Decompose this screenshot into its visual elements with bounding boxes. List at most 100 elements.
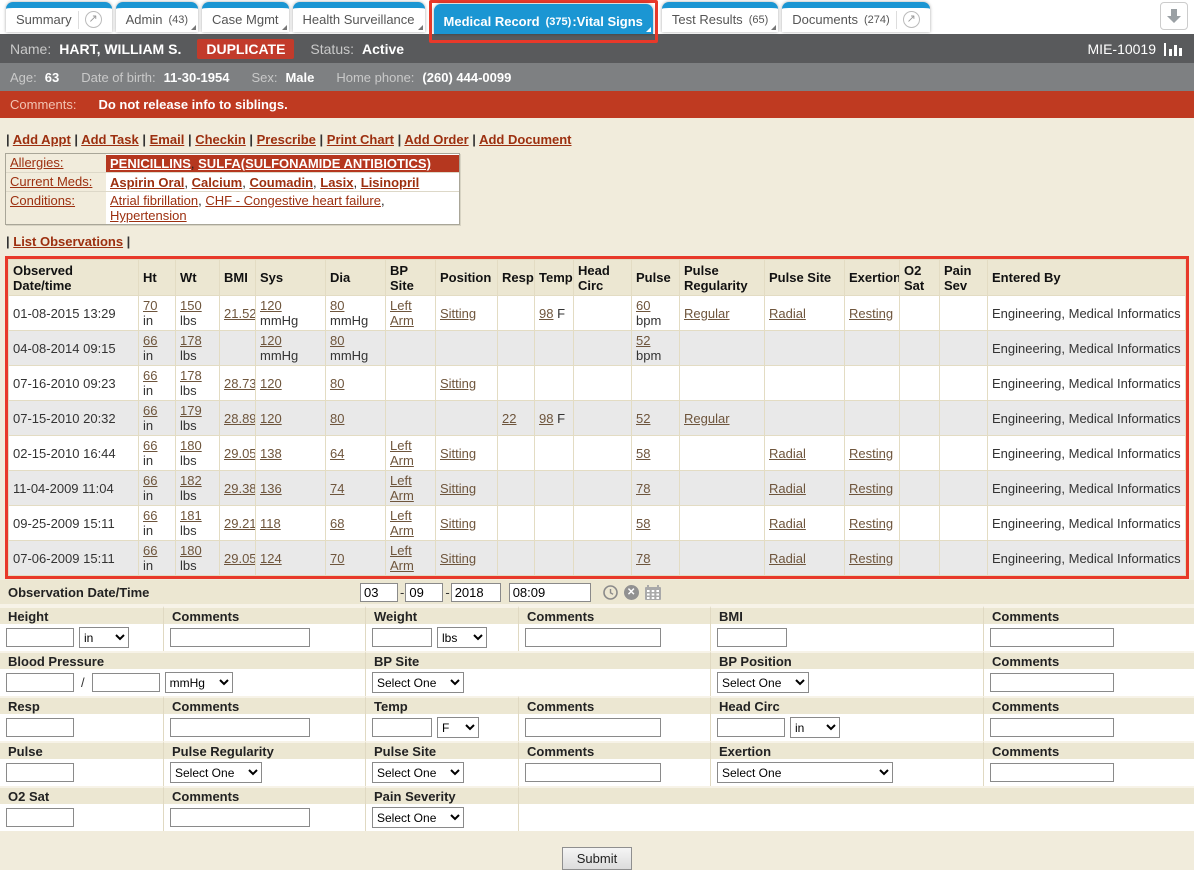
observation-value-link[interactable]: 180 [180,438,202,453]
month-input[interactable] [360,583,398,602]
weight-unit-select[interactable]: lbs [437,627,487,648]
temp-unit-select[interactable]: F [437,717,479,738]
observation-value-link[interactable]: 28.89 [224,411,256,426]
medication-link[interactable]: Lisinopril [361,175,420,190]
observation-value-link[interactable]: 98 [539,411,553,426]
observation-value-link[interactable]: 29.05 [224,446,256,461]
observation-value-link[interactable]: Radial [769,551,806,566]
observation-value-link[interactable]: 118 [260,516,281,531]
temp-comments-input[interactable] [525,718,661,737]
bp-site-select[interactable]: Select One [372,672,464,693]
observation-value-link[interactable]: 70 [143,298,157,313]
observation-value-link[interactable]: 120 [260,411,282,426]
observation-value-link[interactable]: Sitting [440,551,476,566]
tab-health-surveillance[interactable]: Health Surveillance [293,2,425,32]
tab-documents[interactable]: Documents (274) ↗ [782,2,929,32]
medication-link[interactable]: Coumadin [249,175,313,190]
medication-link[interactable]: Lasix [320,175,353,190]
exertion-comments-input[interactable] [990,763,1114,782]
tab-medical-record[interactable]: Medical Record (375):Vital Signs [434,4,653,34]
bar-chart-icon[interactable] [1164,41,1184,56]
pulse-site-select[interactable]: Select One [372,762,464,783]
exertion-select[interactable]: Select One [717,762,893,783]
observation-value-link[interactable]: 120 [260,376,282,391]
observation-value-link[interactable]: Sitting [440,516,476,531]
observation-value-link[interactable]: 68 [330,516,344,531]
observation-value-link[interactable]: Sitting [440,306,476,321]
observation-value-link[interactable]: 22 [502,411,516,426]
observation-value-link[interactable]: 52 [636,333,650,348]
observation-value-link[interactable]: 74 [330,481,344,496]
popout-icon[interactable]: ↗ [903,11,920,28]
clear-icon[interactable]: ✕ [624,585,639,600]
observation-value-link[interactable]: Resting [849,446,893,461]
observation-value-link[interactable]: 52 [636,411,650,426]
conditions-link[interactable]: Conditions: [10,193,75,208]
observation-value-link[interactable]: 138 [260,446,282,461]
observation-value-link[interactable]: Radial [769,516,806,531]
action-link-prescribe[interactable]: Prescribe [257,132,316,147]
bp-systolic-input[interactable] [6,673,74,692]
observation-value-link[interactable]: 66 [143,473,157,488]
observation-value-link[interactable]: 178 [180,333,202,348]
action-link-add-document[interactable]: Add Document [479,132,571,147]
observation-value-link[interactable]: 21.52 [224,306,256,321]
observation-value-link[interactable]: 150 [180,298,202,313]
observation-value-link[interactable]: 80 [330,333,344,348]
head-circ-input[interactable] [717,718,785,737]
clock-icon[interactable] [603,585,618,600]
observation-value-link[interactable]: Radial [769,306,806,321]
resp-comments-input[interactable] [170,718,310,737]
observation-value-link[interactable]: 98 [539,306,553,321]
head-circ-unit-select[interactable]: in [790,717,840,738]
observation-value-link[interactable]: 178 [180,368,202,383]
observation-value-link[interactable]: 66 [143,403,157,418]
height-comments-input[interactable] [170,628,310,647]
observation-value-link[interactable]: 179 [180,403,202,418]
o2-sat-comments-input[interactable] [170,808,310,827]
observation-value-link[interactable]: Left Arm [390,473,414,503]
allergy-link[interactable]: SULFA(SULFONAMIDE ANTIBIOTICS) [198,156,431,171]
head-circ-comments-input[interactable] [990,718,1114,737]
day-input[interactable] [405,583,443,602]
observation-value-link[interactable]: 180 [180,543,202,558]
observation-value-link[interactable]: 66 [143,508,157,523]
pulse-regularity-select[interactable]: Select One [170,762,262,783]
observation-value-link[interactable]: Radial [769,446,806,461]
bmi-comments-input[interactable] [990,628,1114,647]
bp-comments-input[interactable] [990,673,1114,692]
submit-button[interactable]: Submit [562,847,632,870]
observation-value-link[interactable]: 28.73 [224,376,256,391]
action-link-add-appt[interactable]: Add Appt [13,132,71,147]
observation-value-link[interactable]: Left Arm [390,543,414,573]
observation-value-link[interactable]: 66 [143,438,157,453]
observation-value-link[interactable]: 136 [260,481,282,496]
observation-value-link[interactable]: Radial [769,481,806,496]
observation-value-link[interactable]: 80 [330,298,344,313]
year-input[interactable] [451,583,501,602]
temp-input[interactable] [372,718,432,737]
observation-value-link[interactable]: 120 [260,333,282,348]
action-link-add-task[interactable]: Add Task [81,132,139,147]
observation-value-link[interactable]: Resting [849,551,893,566]
observation-value-link[interactable]: 29.21 [224,516,256,531]
observation-value-link[interactable]: Left Arm [390,298,414,328]
observation-value-link[interactable]: Sitting [440,481,476,496]
condition-link[interactable]: Hypertension [110,208,187,223]
medication-link[interactable]: Aspirin Oral [110,175,184,190]
tab-summary[interactable]: Summary ↗ [6,2,112,32]
observation-value-link[interactable]: 78 [636,551,650,566]
weight-comments-input[interactable] [525,628,661,647]
observation-value-link[interactable]: 120 [260,298,282,313]
medication-link[interactable]: Calcium [192,175,243,190]
tab-admin[interactable]: Admin (43) [116,2,198,32]
observation-value-link[interactable]: 29.38 [224,481,256,496]
observation-value-link[interactable]: Resting [849,516,893,531]
observation-value-link[interactable]: 66 [143,368,157,383]
observation-value-link[interactable]: Sitting [440,446,476,461]
current-meds-link[interactable]: Current Meds: [10,174,92,189]
time-input[interactable] [509,583,591,602]
observation-value-link[interactable]: Left Arm [390,438,414,468]
o2-sat-input[interactable] [6,808,74,827]
height-input[interactable] [6,628,74,647]
